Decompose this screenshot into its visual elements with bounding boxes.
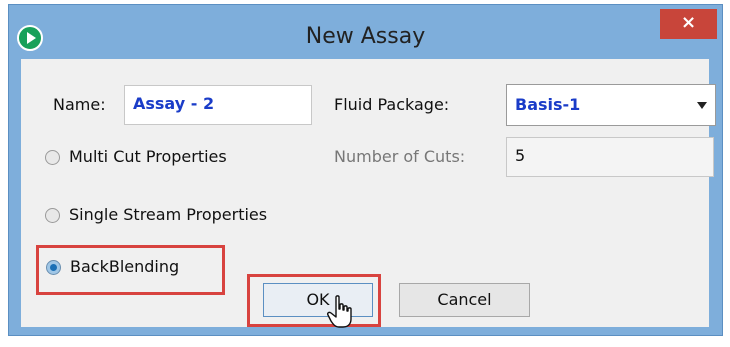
close-button[interactable]: × xyxy=(660,9,717,39)
radio-button[interactable] xyxy=(45,150,60,165)
fluid-package-label: Fluid Package: xyxy=(334,95,450,114)
radio-button[interactable] xyxy=(45,208,60,223)
hand-pointer-icon xyxy=(327,295,352,328)
ok-highlight xyxy=(247,274,381,327)
dialog-body: Name: Assay - 2 Fluid Package: Basis-1 M… xyxy=(21,59,716,328)
new-assay-dialog: New Assay × Name: Assay - 2 Fluid Packag… xyxy=(8,4,723,336)
chevron-down-icon[interactable] xyxy=(697,102,707,109)
title-bar[interactable]: New Assay × xyxy=(9,5,722,59)
cancel-button[interactable]: Cancel xyxy=(399,283,530,317)
radio-label: Single Stream Properties xyxy=(69,205,268,224)
radio-label: Multi Cut Properties xyxy=(69,147,227,166)
radio-label: BackBlending xyxy=(70,257,180,276)
number-of-cuts-field[interactable]: 5 xyxy=(506,137,714,177)
name-label: Name: xyxy=(53,95,106,114)
fluid-package-select[interactable]: Basis-1 xyxy=(506,84,716,126)
number-of-cuts-label: Number of Cuts: xyxy=(334,147,466,166)
name-field[interactable]: Assay - 2 xyxy=(124,85,312,125)
fluid-package-value: Basis-1 xyxy=(515,95,581,114)
dialog-title: New Assay xyxy=(305,24,426,49)
radio-button-checked[interactable] xyxy=(46,260,61,275)
